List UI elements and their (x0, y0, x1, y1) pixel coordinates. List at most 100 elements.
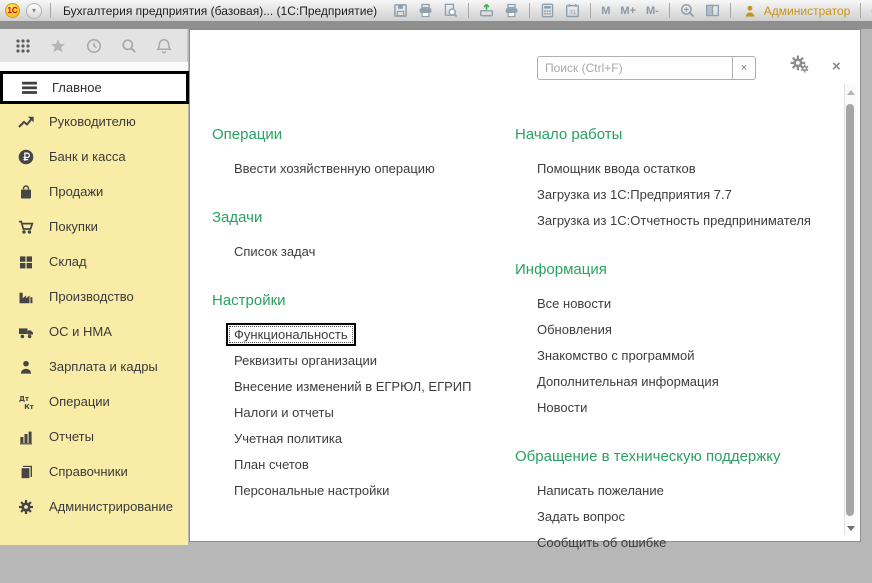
quick-print-icon[interactable] (502, 2, 521, 19)
sidebar-item-bank-cash[interactable]: Банк и касса (0, 139, 188, 174)
window-menu-dropdown[interactable]: ▾ (26, 3, 42, 19)
section: Настройки ФункциональностьРеквизиты орган… (212, 292, 515, 504)
link[interactable]: Персональные настройки (212, 478, 515, 504)
divider (590, 3, 591, 18)
sidebar-item-label: Руководителю (49, 114, 136, 129)
link[interactable]: Внесение изменений в ЕГРЮЛ, ЕГРИП (212, 374, 515, 400)
section: Операции Ввести хозяйственную операцию (212, 126, 515, 182)
scrollbar[interactable] (844, 84, 856, 535)
sidebar-item-sales[interactable]: Продажи (0, 174, 188, 209)
link[interactable]: Дополнительная информация (515, 369, 845, 395)
section-title: Операции (212, 126, 515, 143)
window-title: Бухгалтерия предприятия (базовая)... (1С… (63, 4, 377, 18)
sidebar-item-label: Администрирование (49, 499, 173, 514)
print-preview-icon[interactable] (441, 2, 460, 19)
content-columns: Операции Ввести хозяйственную операцию Зад… (212, 126, 845, 583)
zoom-icon[interactable] (678, 2, 697, 19)
link[interactable]: Налоги и отчеты (212, 400, 515, 426)
history-clock-icon[interactable] (85, 37, 103, 54)
link[interactable]: План счетов (212, 452, 515, 478)
link[interactable]: Список задач (212, 239, 515, 265)
memory-recall-button[interactable]: M (599, 5, 612, 17)
sidebar-item-label: Банк и касса (49, 149, 126, 164)
sidebar-item-salary-hr[interactable]: Зарплата и кадры (0, 349, 188, 384)
search-box: × (537, 56, 756, 80)
truck-icon (17, 323, 35, 340)
sidebar-item-warehouse[interactable]: Склад (0, 244, 188, 279)
trend-up-icon (17, 113, 35, 130)
section-title: Информация (515, 261, 845, 278)
sidebar-item-manager[interactable]: Руководителю (0, 104, 188, 139)
sidebar-item-label: Продажи (49, 184, 103, 199)
sidebar-item-fixed-assets[interactable]: ОС и НМА (0, 314, 188, 349)
link[interactable]: Знакомство с программой (515, 343, 845, 369)
divider (50, 3, 51, 18)
content-column-left: Операции Ввести хозяйственную операцию Зад… (212, 126, 515, 583)
link[interactable]: Новости (515, 395, 845, 421)
sidebar-item-production[interactable]: Производство (0, 279, 188, 314)
link-focused[interactable]: Функциональность (212, 322, 515, 348)
link[interactable]: Ввести хозяйственную операцию (212, 156, 515, 182)
panel-close-icon[interactable]: × (832, 57, 841, 77)
sidebar-item-label: Справочники (49, 464, 128, 479)
section: Задачи Список задач (212, 209, 515, 265)
favorites-star-icon[interactable] (49, 37, 67, 54)
search-clear-button[interactable]: × (733, 56, 756, 80)
link[interactable]: Загрузка из 1С:Отчетность предпринимател… (515, 208, 845, 234)
settings-gears-icon[interactable] (789, 55, 815, 79)
notifications-bell-icon[interactable] (155, 37, 173, 54)
link[interactable]: Сообщить об ошибке (515, 530, 845, 556)
cart-icon (17, 218, 35, 235)
split-window-icon[interactable] (703, 2, 722, 19)
memory-subtract-button[interactable]: M- (644, 5, 661, 17)
sections-grid-icon[interactable] (14, 37, 32, 54)
scroll-up-arrow[interactable] (847, 90, 855, 95)
content-panel: × × Операции Ввести хозяйственную операци… (189, 29, 861, 542)
sidebar-item-directories[interactable]: Справочники (0, 454, 188, 489)
divider (730, 3, 731, 18)
books-icon (17, 463, 35, 480)
sidebar-item-operations[interactable]: ДтКтОперации (0, 384, 188, 419)
sidebar-item-reports[interactable]: Отчеты (0, 419, 188, 454)
save-icon[interactable] (391, 2, 410, 19)
section-title: Обращение в техническую поддержку (515, 448, 845, 465)
search-icon[interactable] (120, 37, 138, 54)
print-icon[interactable] (416, 2, 435, 19)
link[interactable]: Помощник ввода остатков (515, 156, 845, 182)
search-input[interactable] (537, 56, 733, 80)
sidebar-item-administration[interactable]: Администрирование (0, 489, 188, 524)
scroll-thumb[interactable] (846, 104, 854, 516)
sidebar-item-purchases[interactable]: Покупки (0, 209, 188, 244)
section-title: Задачи (212, 209, 515, 226)
sidebar-menu: Руководителю Банк и касса Продажи ПокупкиСк… (0, 104, 188, 545)
svg-text:31: 31 (570, 10, 578, 16)
sidebar-item-home[interactable]: Главное (0, 71, 189, 104)
calculator-icon[interactable] (538, 2, 557, 19)
current-user-button[interactable]: Администратор (739, 2, 853, 19)
title-bar: 1С ▾ Бухгалтерия предприятия (базовая)..… (0, 0, 872, 22)
ruble-icon (17, 148, 35, 165)
divider (529, 3, 530, 18)
warehouse-icon (17, 253, 35, 270)
section: Обращение в техническую поддержку Написат… (515, 448, 845, 556)
bag-icon (17, 183, 35, 200)
menu-icon (20, 79, 38, 96)
send-export-icon[interactable] (477, 2, 496, 19)
link[interactable]: Задать вопрос (515, 504, 845, 530)
divider (669, 3, 670, 18)
user-icon (741, 2, 760, 19)
section-title: Настройки (212, 292, 515, 309)
focused-link-box[interactable]: Функциональность (226, 323, 356, 346)
gear-icon (17, 498, 35, 515)
link[interactable]: Учетная политика (212, 426, 515, 452)
current-user-label: Администратор (764, 4, 851, 18)
divider (468, 3, 469, 18)
scroll-down-arrow[interactable] (847, 526, 855, 531)
link[interactable]: Написать пожелание (515, 478, 845, 504)
link[interactable]: Реквизиты организации (212, 348, 515, 374)
link[interactable]: Загрузка из 1С:Предприятия 7.7 (515, 182, 845, 208)
memory-add-button[interactable]: M+ (618, 5, 638, 17)
link[interactable]: Обновления (515, 317, 845, 343)
link[interactable]: Все новости (515, 291, 845, 317)
calendar-icon[interactable]: 31 (563, 2, 582, 19)
